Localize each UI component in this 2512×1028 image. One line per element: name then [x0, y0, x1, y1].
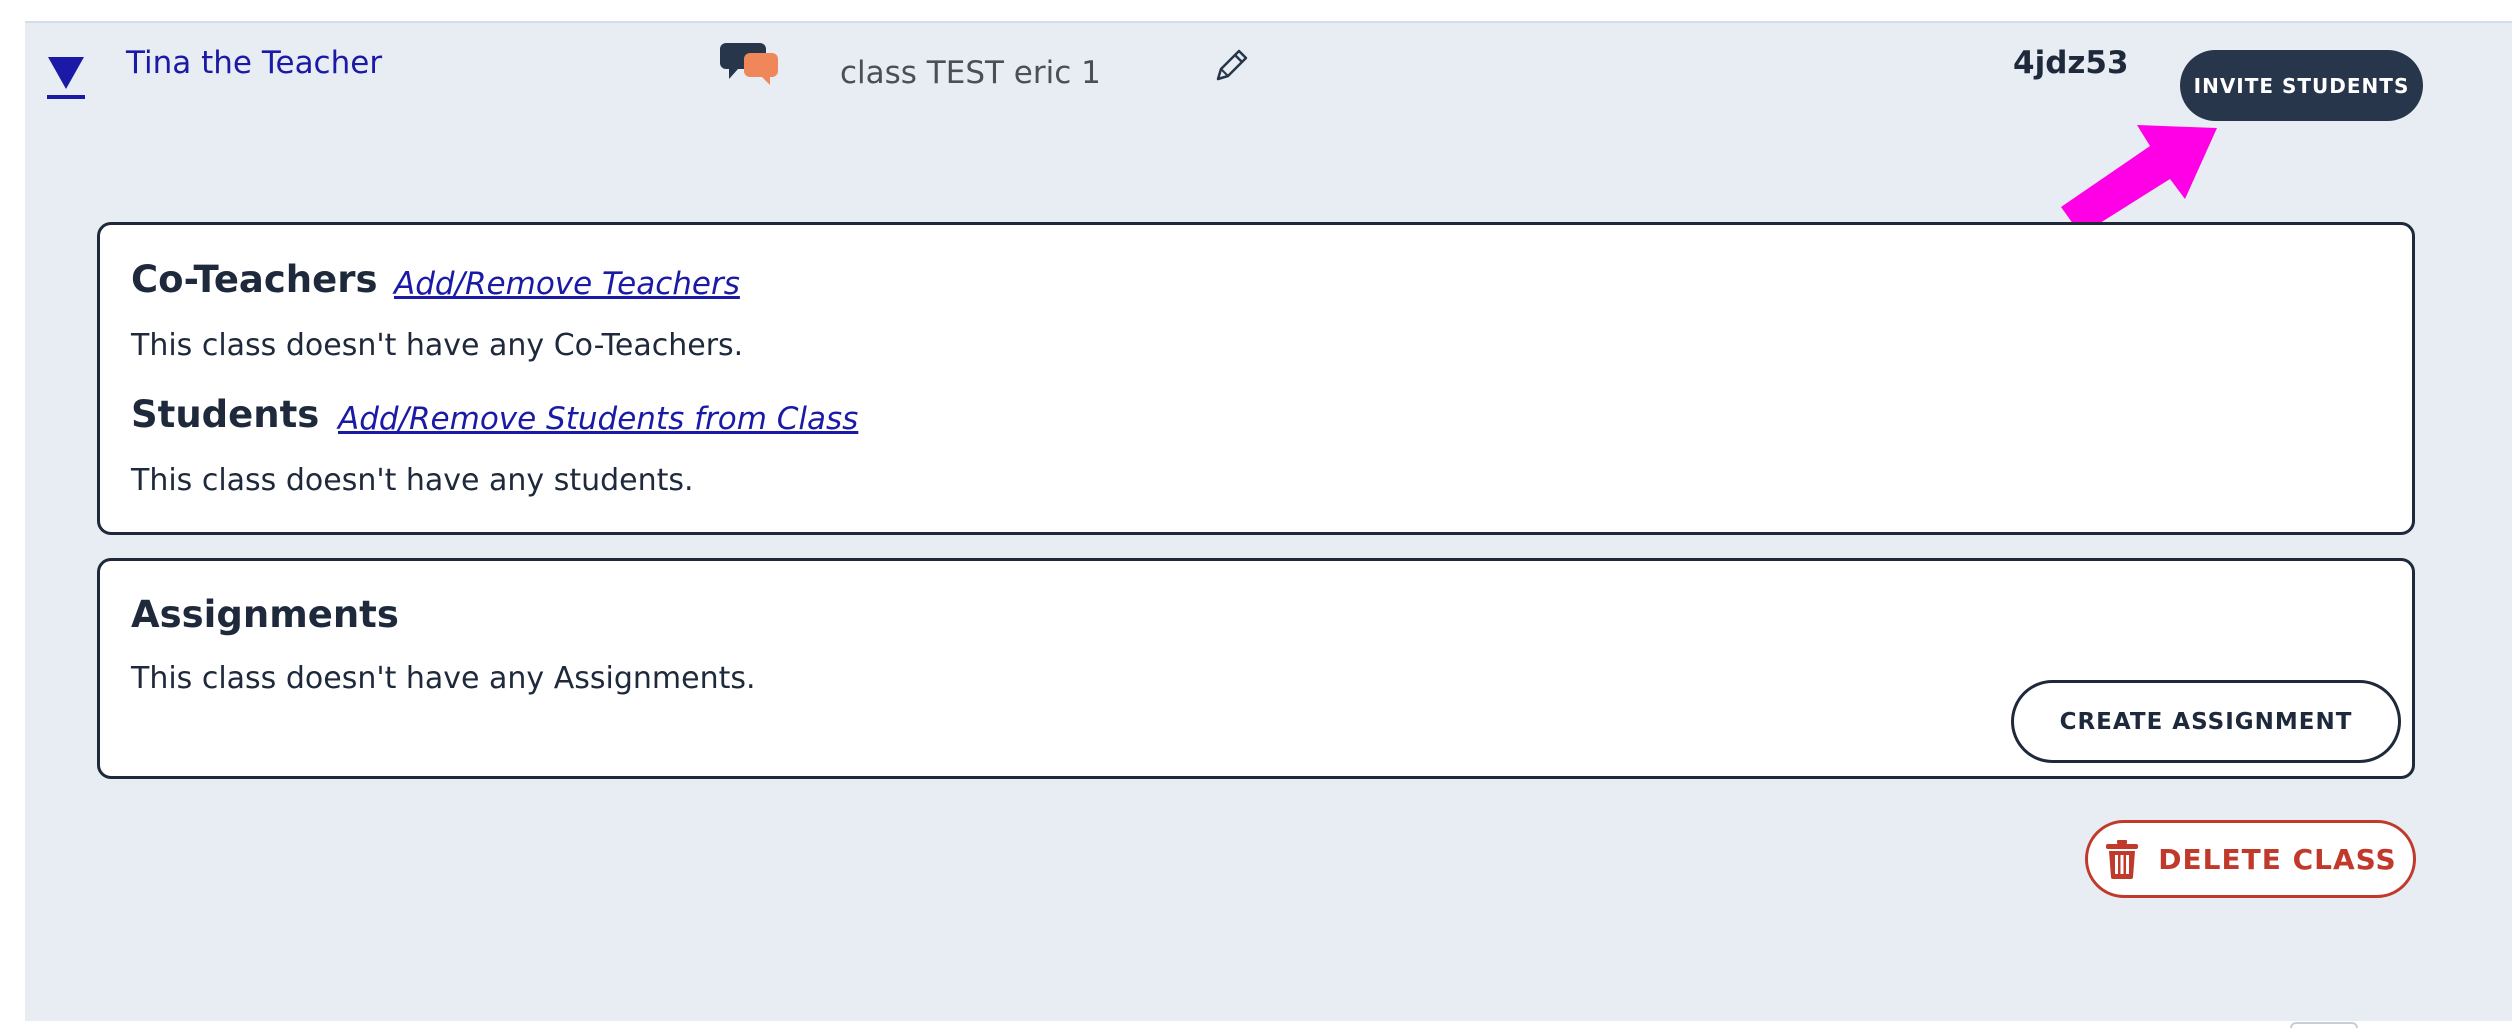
- delete-class-label: DELETE CLASS: [2158, 842, 2397, 876]
- class-code: 4jdz53: [2013, 45, 2129, 81]
- class-name: class TEST eric 1: [840, 55, 1101, 91]
- coteachers-heading: Co-Teachers: [131, 258, 378, 301]
- class-panel: Tina the Teacher class TEST eric 1 4jdz5…: [25, 21, 2512, 1021]
- triangle-down-icon[interactable]: [46, 55, 86, 101]
- assignments-heading: Assignments: [131, 593, 399, 636]
- chat-bubbles-icon[interactable]: [720, 39, 780, 87]
- delete-class-button[interactable]: DELETE CLASS: [2085, 820, 2416, 898]
- coteachers-empty-text: This class doesn't have any Co-Teachers.: [131, 328, 744, 363]
- add-remove-students-link[interactable]: Add/Remove Students from Class: [338, 401, 858, 437]
- assignments-empty-text: This class doesn't have any Assignments.: [131, 661, 756, 696]
- create-assignment-button[interactable]: CREATE ASSIGNMENT: [2011, 680, 2401, 763]
- students-empty-text: This class doesn't have any students.: [131, 463, 694, 498]
- bottom-tab-stub: [2290, 1022, 2358, 1028]
- students-heading: Students: [131, 393, 320, 436]
- people-card: Co-Teachers Add/Remove Teachers This cla…: [97, 222, 2415, 535]
- pink-arrow-annotation: [2045, 95, 2235, 235]
- add-remove-teachers-link[interactable]: Add/Remove Teachers: [394, 266, 740, 302]
- page-root: Tina the Teacher class TEST eric 1 4jdz5…: [0, 0, 2512, 1028]
- teacher-name-link[interactable]: Tina the Teacher: [126, 45, 382, 81]
- pencil-icon[interactable]: [1210, 47, 1250, 87]
- trash-icon: [2104, 839, 2140, 879]
